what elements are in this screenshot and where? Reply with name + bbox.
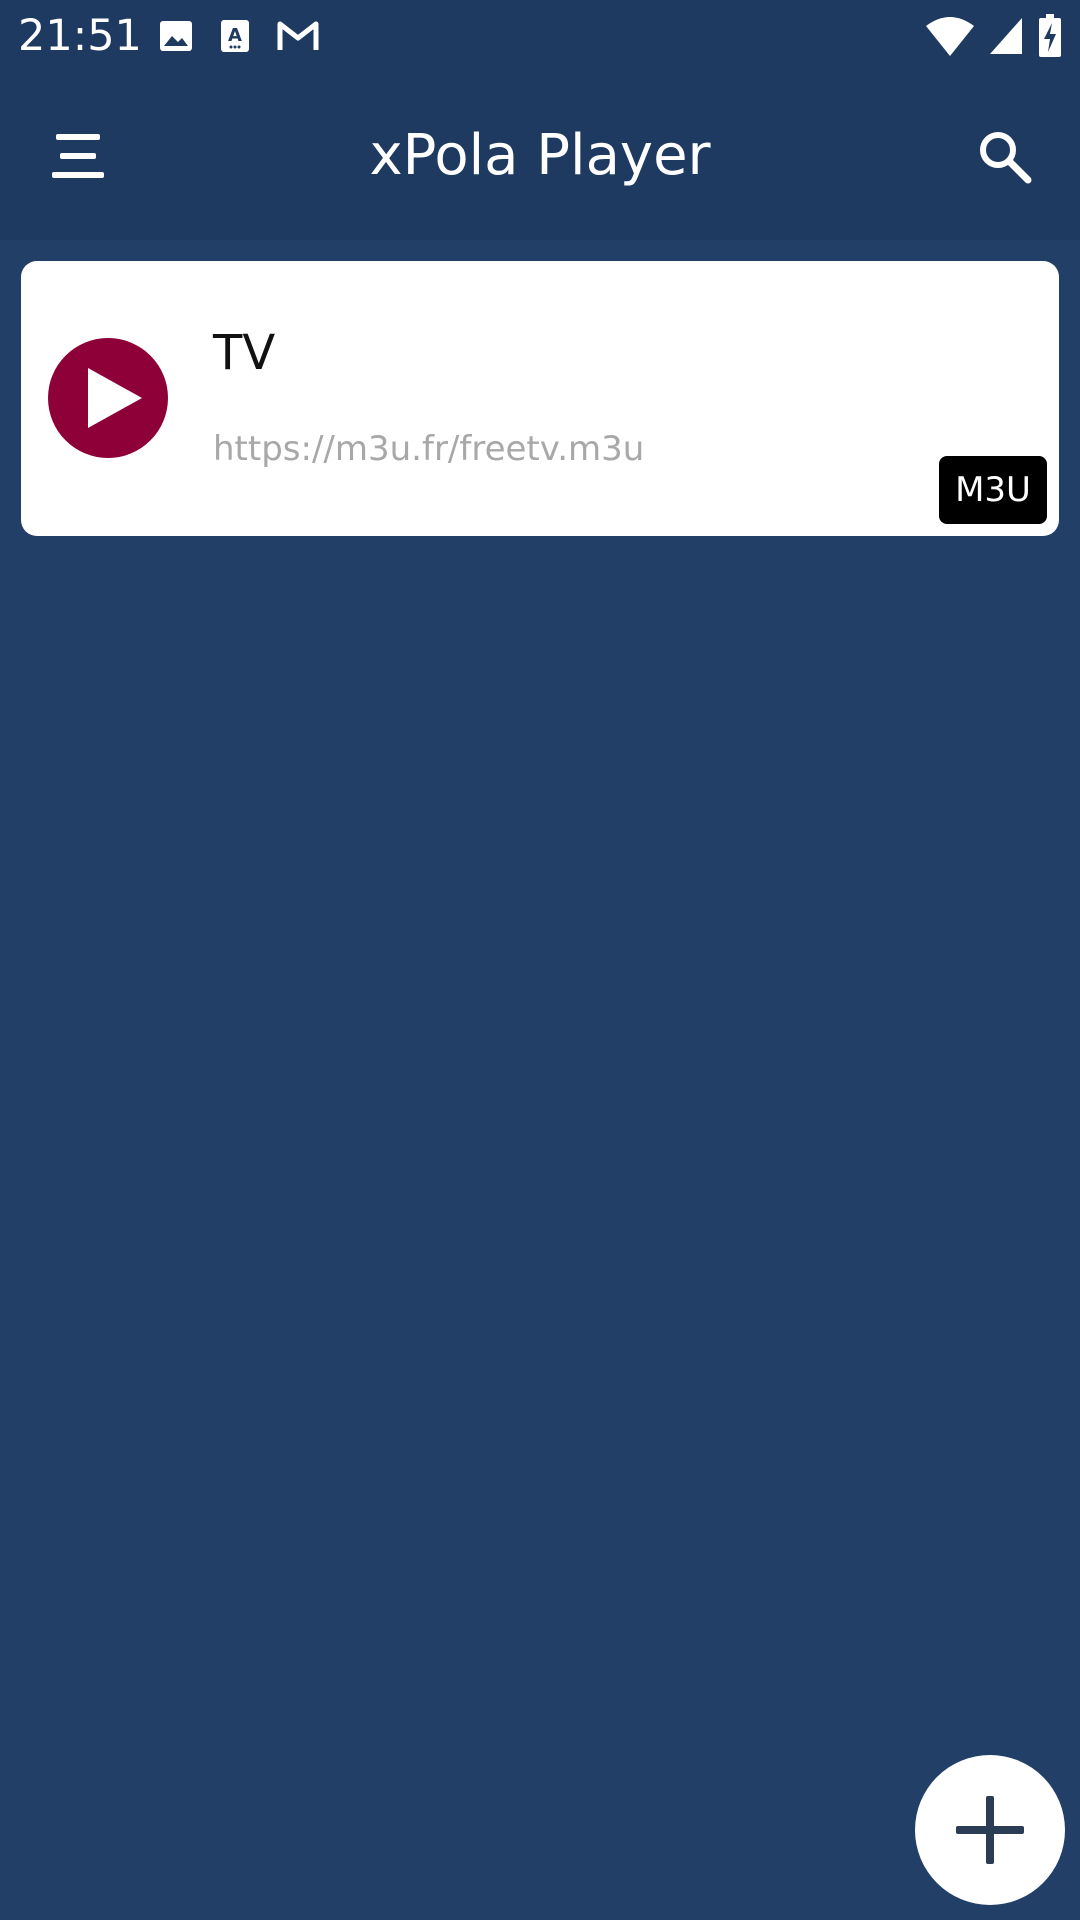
battery-charging-icon <box>1039 14 1061 57</box>
app-bar: xPola Player <box>0 72 1080 240</box>
playlist-url: https://m3u.fr/freetv.m3u <box>213 429 645 469</box>
play-circle-icon[interactable] <box>48 338 168 458</box>
gmail-icon <box>277 21 319 50</box>
plus-icon <box>956 1796 1024 1864</box>
search-icon <box>980 132 1032 184</box>
status-notification-icons: A <box>158 14 346 58</box>
a-notification-icon: A <box>221 20 249 52</box>
search-button[interactable] <box>956 108 1052 204</box>
signal-icon <box>990 18 1022 54</box>
image-icon <box>160 21 192 51</box>
status-system-icons <box>912 12 1062 60</box>
status-time: 21:51 <box>18 11 142 61</box>
app-title: xPola Player <box>369 123 711 188</box>
playlist-name: TV <box>213 325 276 381</box>
add-playlist-button[interactable] <box>915 1755 1065 1905</box>
playlist-card[interactable]: TV https://m3u.fr/freetv.m3u M3U <box>21 261 1059 536</box>
wifi-icon <box>926 17 974 56</box>
status-bar: 21:51 A <box>0 0 1080 72</box>
svg-text:A: A <box>228 25 242 46</box>
playlist-type-badge: M3U <box>939 456 1047 524</box>
